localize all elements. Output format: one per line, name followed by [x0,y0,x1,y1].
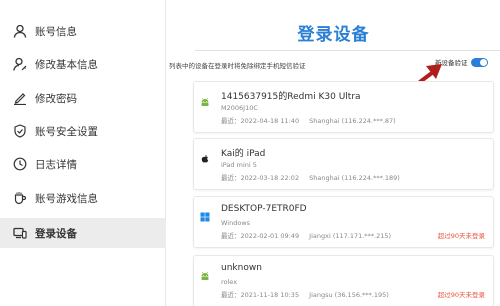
device-model: M2006J10C [221,104,258,112]
android-icon [200,271,210,281]
device-card[interactable]: Kai的 iPad iPad mini 5 最近：2022-03-18 22:0… [193,138,494,190]
login-location: Jiangxi (117.171.***.215) [309,232,392,240]
sidebar-item-log-details[interactable]: 日志详情 [0,149,166,179]
device-meta: 最近：2021-11-18 10:35 Jiangsu (36.156.***.… [221,289,397,299]
shield-check-icon [13,124,27,138]
sidebar-item-account-info[interactable]: 账号信息 [0,16,166,46]
last-login: 最近：2022-02-01 09:49 [221,232,300,240]
sidebar-item-game-info[interactable]: 账号游戏信息 [0,183,166,213]
device-meta: 最近：2022-02-01 09:49 Jiangxi (117.171.***… [221,230,399,240]
login-location: Shanghai (116.224.***.189) [309,174,400,182]
device-model: iPad mini 5 [221,161,257,169]
sidebar-item-security-settings[interactable]: 账号安全设置 [0,116,166,146]
divider [195,50,500,51]
windows-icon [200,212,210,222]
device-card[interactable]: DESKTOP-7ETR0FD Windows 最近：2022-02-01 09… [193,196,494,248]
expired-badge: 超过90天未登录 [437,232,485,240]
login-location: Shanghai (116.224.***.87) [309,117,396,125]
game-cup-icon [13,191,27,205]
android-icon [200,97,210,107]
sidebar-item-label: 日志详情 [35,158,77,171]
sidebar: 账号信息 修改基本信息 修改密码 账号安全设置 日志详情 账号游戏信息 登录设备 [0,0,166,306]
last-login: 最近：2022-03-18 22:02 [221,174,300,182]
sidebar-item-change-password[interactable]: 修改密码 [0,83,166,113]
user-icon [13,24,27,38]
device-meta: 最近：2022-03-18 22:02 Shanghai (116.224.**… [221,172,408,182]
device-name: Kai的 iPad [221,149,266,159]
device-model: Windows [221,219,251,227]
device-name: DESKTOP-7ETR0FD [221,204,307,214]
clock-icon [13,157,27,171]
user-edit-icon [13,57,27,71]
sidebar-item-label: 登录设备 [35,227,77,240]
main-panel: 登录设备 列表中的设备在登录时将免除绑定手机短信验证 新设备验证 1415637… [167,0,500,306]
devices-icon [13,226,27,240]
sidebar-item-login-devices[interactable]: 登录设备 [0,218,166,248]
sidebar-item-label: 账号信息 [35,25,77,38]
device-meta: 最近：2022-04-18 11:40 Shanghai (116.224.**… [221,115,404,125]
pen-icon [13,91,27,105]
sidebar-item-label: 修改密码 [35,92,77,105]
device-card[interactable]: 1415637915的Redmi K30 Ultra M2006J10C 最近：… [193,81,494,133]
expired-badge: 超过90天未登录 [437,291,485,299]
device-model: rolex [221,278,238,286]
device-name: unknown [221,263,262,273]
sidebar-item-label: 账号安全设置 [35,125,98,138]
apple-icon [200,154,210,164]
device-card[interactable]: unknown rolex 最近：2021-11-18 10:35 Jiangs… [193,255,494,306]
sidebar-item-label: 修改基本信息 [35,58,98,71]
page-title: 登录设备 [297,25,370,45]
new-device-verify-toggle[interactable] [470,57,488,67]
last-login: 最近：2022-04-18 11:40 [221,117,300,125]
device-name: 1415637915的Redmi K30 Ultra [221,92,361,102]
last-login: 最近：2021-11-18 10:35 [221,291,300,299]
toggle-knob [479,58,487,66]
sidebar-item-label: 账号游戏信息 [35,192,98,205]
hint-text: 列表中的设备在登录时将免除绑定手机短信验证 [169,62,306,70]
login-location: Jiangsu (36.156.***.195) [309,291,389,299]
sidebar-item-edit-basic-info[interactable]: 修改基本信息 [0,49,166,79]
